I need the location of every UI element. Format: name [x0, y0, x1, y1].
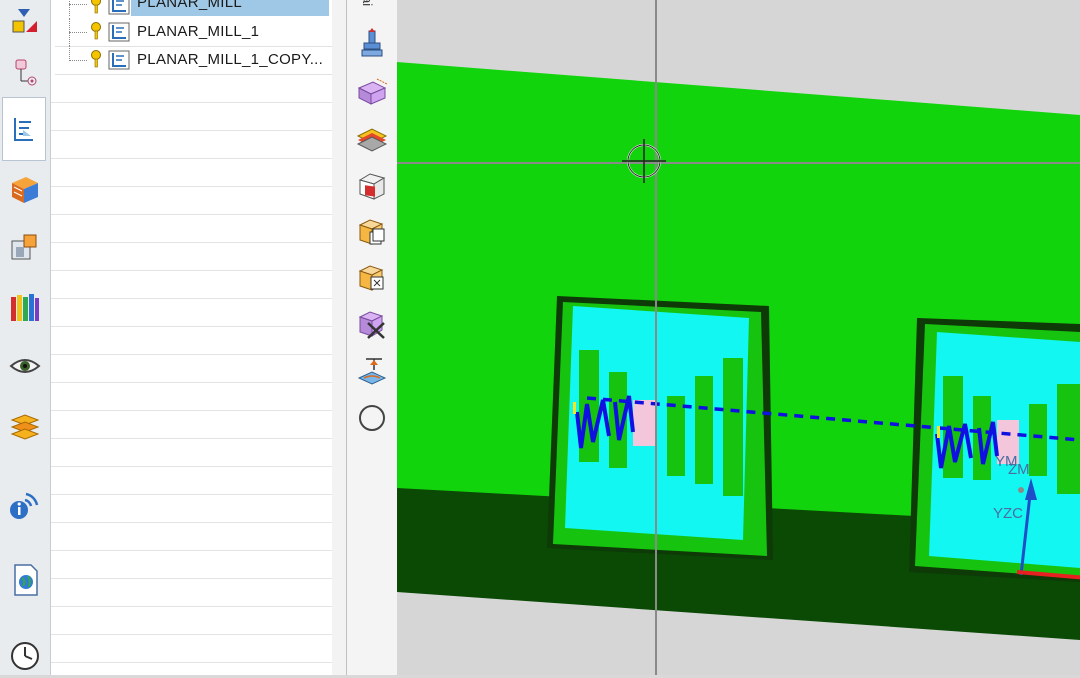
clock-icon [11, 642, 39, 670]
library-books-icon [11, 294, 39, 321]
tree-row-divider [51, 354, 332, 355]
create-tool-button[interactable] [352, 24, 392, 64]
resource-bar [0, 0, 51, 675]
create-method-button[interactable] [352, 118, 392, 158]
information-button[interactable] [3, 482, 47, 526]
eye-icon [9, 359, 41, 373]
operation-name-label: PLANAR_MILL_1 [137, 23, 260, 40]
planar-mill-operation-icon [108, 50, 130, 75]
tree-connector-line [69, 60, 87, 61]
assembly-navigator-button[interactable] [3, 0, 47, 44]
machining-feature-navigator-icon [11, 234, 37, 260]
web-document-button[interactable] [3, 558, 47, 602]
workpiece-geometry-icon [357, 78, 388, 105]
planar-mill-operation-icon [108, 0, 130, 20]
tree-row-divider [51, 382, 332, 383]
rib [1029, 404, 1047, 476]
tree-row-divider [51, 494, 332, 495]
circle-tool-button[interactable] [352, 398, 392, 438]
planar-mill-operation-icon [108, 22, 130, 47]
constraint-navigator-button[interactable] [3, 50, 47, 94]
wcs-label-zm: ZM [1008, 461, 1030, 478]
history-view-button[interactable] [3, 344, 47, 388]
pocket-boss [633, 400, 655, 446]
tree-row-divider [51, 466, 332, 467]
machining-feature-navigator-button[interactable] [3, 226, 47, 270]
tree-row-divider [51, 550, 332, 551]
constraint-navigator-icon [15, 59, 37, 86]
copy-cube-icon [358, 219, 385, 245]
tree-row-divider [51, 242, 332, 243]
copy-object-button[interactable] [352, 212, 392, 252]
insert-toolbar: ai [347, 0, 398, 675]
tree-row-divider [51, 410, 332, 411]
rib [723, 358, 743, 496]
operation-navigator-icon [14, 118, 33, 141]
tree-row-divider [51, 438, 332, 439]
globe-document-icon [14, 564, 38, 596]
generate-toolpath-icon [357, 358, 387, 385]
tree-connector-line [69, 32, 87, 33]
tree-connector-line [69, 4, 87, 5]
process-layers-icon [10, 414, 40, 440]
tree-connector-line [69, 0, 71, 16]
toolpath-start-marker [573, 402, 576, 414]
delete-cube-icon [358, 311, 385, 339]
wcs-label-yzc: YZC [993, 505, 1023, 522]
operation-name-label: PLANAR_MILL_1_COPY... [137, 51, 324, 68]
status-key-icon [90, 22, 102, 45]
tree-row-divider [51, 270, 332, 271]
machine-tool-navigator-button[interactable] [3, 168, 47, 212]
info-wireless-icon [10, 492, 39, 519]
tree-row-divider [51, 158, 332, 159]
program-box-icon [358, 173, 386, 200]
tree-row-divider [51, 634, 332, 635]
operation-name-label: PLANAR_MILL [137, 0, 243, 11]
tree-row-divider [51, 326, 332, 327]
tree-row-planar-mill-1-copy[interactable]: PLANAR_MILL_1_COPY... [55, 46, 332, 75]
tree-row-divider [51, 214, 332, 215]
assembly-navigator-icon [12, 9, 37, 33]
generate-toolpath-button[interactable] [352, 352, 392, 392]
left-pocket [547, 296, 773, 560]
edit-object-button[interactable] [352, 258, 392, 298]
status-key-icon [90, 0, 102, 19]
edit-cube-icon [358, 265, 384, 291]
delete-object-button[interactable] [352, 304, 392, 344]
process-navigator-button[interactable] [3, 406, 47, 450]
tree-row-divider [51, 662, 332, 663]
wcs-origin [1018, 487, 1024, 493]
tree-row-divider [51, 522, 332, 523]
tree-connector-line [69, 46, 71, 61]
status-key-icon [90, 50, 102, 73]
create-geometry-button[interactable] [352, 72, 392, 112]
circle-icon [359, 405, 385, 431]
cad-model-view[interactable]: YM ZM YZC [397, 0, 1080, 675]
operation-navigator-button[interactable] [2, 97, 46, 161]
operation-navigator-panel: PLANAR_MILL PLANAR_MILL_1 PLANAR_MILL_1_… [51, 0, 333, 675]
tree-row-divider [51, 578, 332, 579]
tree-row-divider [51, 606, 332, 607]
tree-row-divider [51, 186, 332, 187]
toolpath-start-marker [937, 426, 940, 438]
history-clock-button[interactable] [3, 634, 47, 678]
create-tool-icon [361, 28, 383, 57]
rib [667, 396, 685, 476]
panel-divider[interactable] [332, 0, 347, 675]
toolbar-header-glyph: ai [360, 0, 375, 7]
tree-row-planar-mill-1[interactable]: PLANAR_MILL_1 [55, 18, 332, 47]
method-layers-icon [356, 128, 388, 152]
tree-row-planar-mill[interactable]: PLANAR_MILL [55, 0, 332, 16]
tree-row-divider [51, 102, 332, 103]
machine-tool-navigator-icon [12, 177, 38, 203]
create-program-button[interactable] [352, 166, 392, 206]
graphics-viewport[interactable]: YM ZM YZC [397, 0, 1080, 675]
tree-row-divider [51, 130, 332, 131]
rib [695, 376, 713, 484]
reuse-library-button[interactable] [3, 286, 47, 330]
tree-row-divider [51, 298, 332, 299]
